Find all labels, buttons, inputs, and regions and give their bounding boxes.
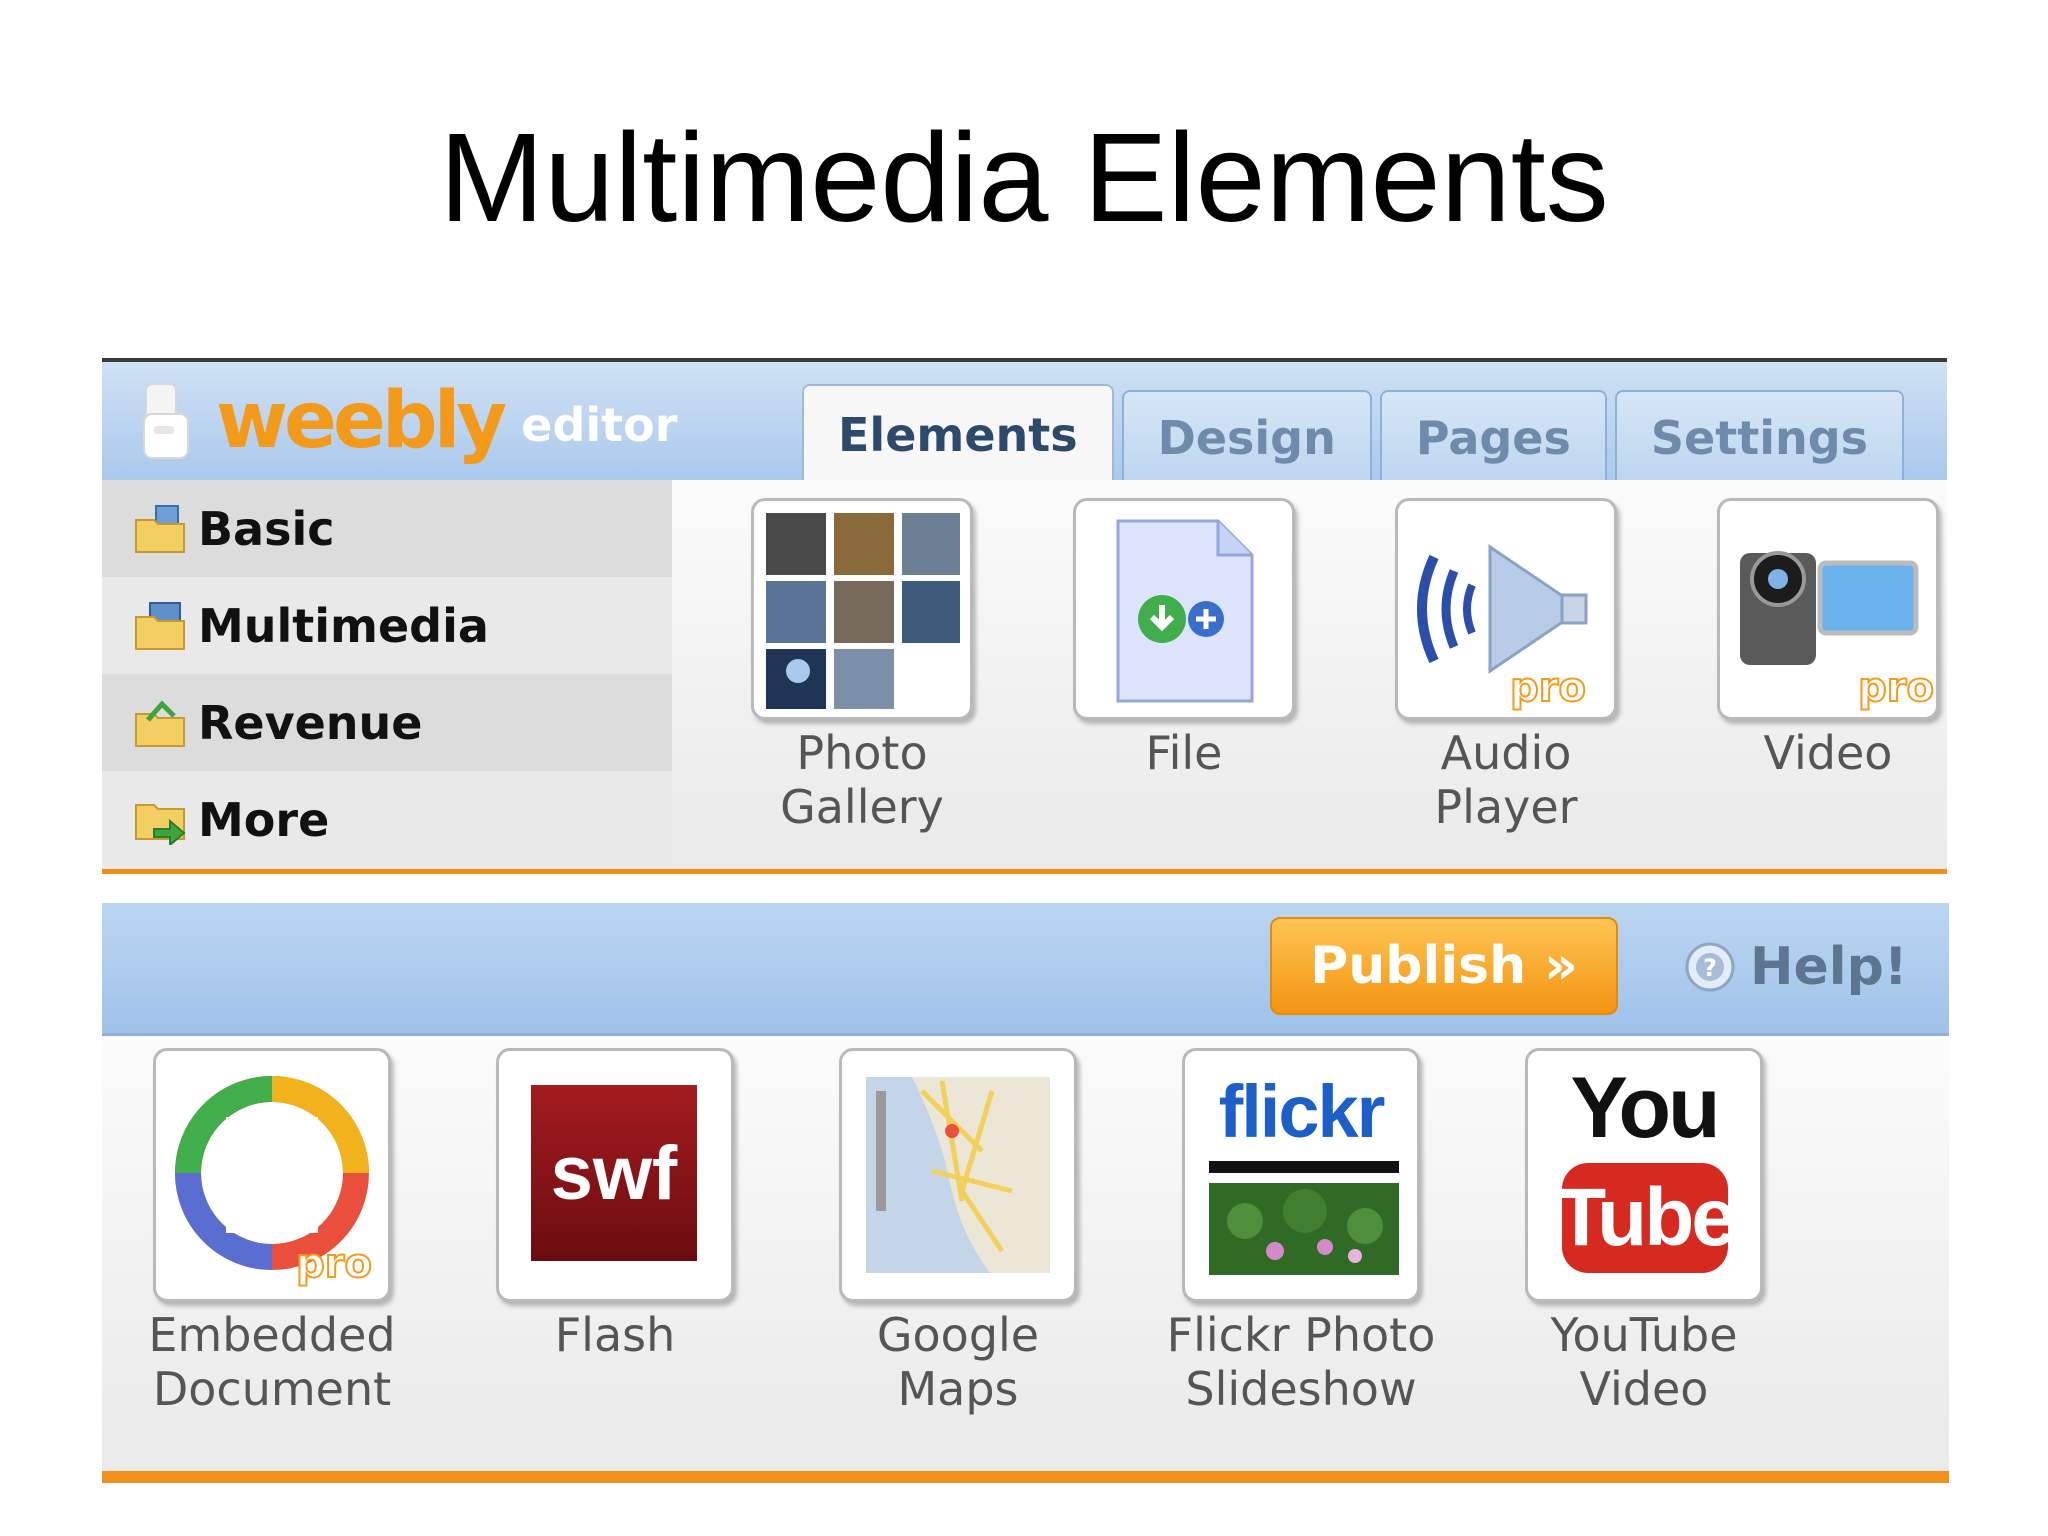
element-label: File: [1145, 726, 1223, 780]
flickr-icon: flickr: [1182, 1048, 1420, 1302]
element-label: Video: [1763, 726, 1893, 780]
swf-label: swf: [531, 1085, 697, 1261]
element-label: Embedded Document: [148, 1308, 396, 1416]
editor-tabs: Elements Design Pages Settings: [802, 384, 1912, 484]
publish-button[interactable]: Publish »: [1270, 917, 1618, 1015]
folder-arrow-icon: [135, 803, 186, 845]
multimedia-panel: Publish » ? Help! pro Embedded Document …: [102, 903, 1949, 1483]
embedded-document-icon: pro: [153, 1048, 391, 1302]
audio-player-icon: pro: [1395, 498, 1617, 720]
multimedia-elements: pro Embedded Document swf Flash Google M…: [102, 1036, 1949, 1476]
elements-palette: Photo Gallery File pro Audio Player pro …: [672, 480, 1947, 874]
sidebar-item-label: Basic: [198, 501, 335, 556]
element-photo-gallery[interactable]: Photo Gallery: [712, 498, 1012, 834]
video-camera-icon: pro: [1717, 498, 1939, 720]
logo-wordmark: weebly: [216, 376, 507, 466]
editor-panel: weebly editor Elements Design Pages Sett…: [102, 358, 1947, 874]
slide-title: Multimedia Elements: [439, 107, 1609, 248]
element-label: Flickr Photo Slideshow: [1166, 1308, 1436, 1416]
sidebar-item-label: Revenue: [198, 695, 423, 750]
folder-icon: [135, 504, 185, 553]
sidebar-item-revenue[interactable]: Revenue: [102, 674, 672, 771]
element-label: Photo Gallery: [780, 726, 944, 834]
help-icon: ?: [1685, 942, 1735, 992]
sidebar-item-label: More: [198, 792, 330, 847]
logo-subtitle: editor: [521, 398, 678, 452]
editor-toolbar: Publish » ? Help!: [102, 903, 1949, 1036]
editor-header: weebly editor Elements Design Pages Sett…: [102, 362, 1947, 484]
element-label: Flash: [554, 1308, 676, 1362]
folder-money-icon: [135, 699, 185, 747]
element-video[interactable]: pro Video: [1678, 498, 1947, 780]
pro-badge: pro: [1510, 665, 1586, 711]
element-category-sidebar: Basic Multimedia Revenue More: [102, 480, 672, 874]
element-flash[interactable]: swf Flash: [465, 1048, 765, 1362]
file-icon: [1073, 498, 1295, 720]
weebly-logo-icon: [143, 383, 189, 459]
sidebar-item-label: Multimedia: [198, 598, 489, 653]
tab-design[interactable]: Design: [1121, 390, 1372, 484]
weebly-logo[interactable]: weebly editor: [140, 376, 677, 466]
element-label: Audio Player: [1434, 726, 1578, 834]
flash-swf-icon: swf: [496, 1048, 734, 1302]
element-youtube-video[interactable]: You Tube YouTube Video: [1494, 1048, 1794, 1416]
element-google-maps[interactable]: Google Maps: [808, 1048, 1108, 1416]
panel-divider: [102, 869, 1947, 874]
youtube-wordmark-you: You: [1570, 1060, 1720, 1156]
panel-bottom-rule: [102, 1471, 1949, 1483]
help-label: Help!: [1750, 937, 1908, 997]
google-maps-icon: [839, 1048, 1077, 1302]
sidebar-item-more[interactable]: More: [102, 771, 672, 868]
help-button[interactable]: ? Help!: [1684, 927, 1908, 1007]
sidebar-item-multimedia[interactable]: Multimedia: [102, 577, 672, 674]
pro-badge: pro: [1858, 665, 1934, 711]
svg-text:?: ?: [1703, 954, 1717, 982]
sidebar-item-basic[interactable]: Basic: [102, 480, 672, 577]
element-embedded-document[interactable]: pro Embedded Document: [122, 1048, 422, 1416]
youtube-wordmark-tube: Tube: [1556, 1163, 1737, 1273]
tab-settings[interactable]: Settings: [1614, 390, 1905, 484]
element-label: Google Maps: [876, 1308, 1040, 1416]
element-file[interactable]: File: [1034, 498, 1334, 780]
photo-gallery-icon: [751, 498, 973, 720]
folder-icon: [135, 601, 185, 650]
element-audio-player[interactable]: pro Audio Player: [1356, 498, 1656, 834]
tab-elements[interactable]: Elements: [802, 384, 1114, 484]
youtube-icon: You Tube: [1525, 1048, 1763, 1302]
pro-badge: pro: [296, 1241, 372, 1287]
tab-pages[interactable]: Pages: [1379, 390, 1607, 484]
element-label: YouTube Video: [1550, 1308, 1738, 1416]
element-flickr-slideshow[interactable]: flickr Flickr Photo Slideshow: [1151, 1048, 1451, 1416]
